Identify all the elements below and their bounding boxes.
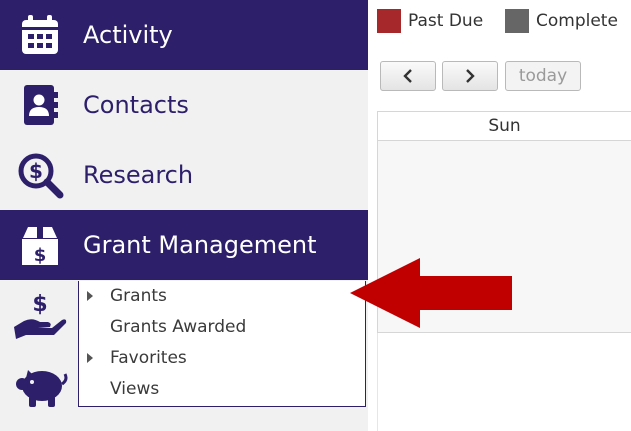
complete-swatch: [505, 9, 529, 33]
sidebar-item-label: Activity: [83, 21, 173, 49]
sidebar: Activity Contacts $ Research $ Grant Man…: [0, 0, 368, 431]
red-arrow-pointer: [350, 258, 512, 328]
money-box-icon: $: [14, 219, 66, 271]
submenu-item-label: Favorites: [110, 348, 187, 368]
submenu-item-views[interactable]: Views: [79, 374, 365, 405]
today-button[interactable]: today: [505, 61, 581, 91]
submenu-item-favorites[interactable]: Favorites: [79, 343, 365, 374]
legend-complete: Complete: [505, 8, 618, 34]
calendar-icon: [14, 9, 66, 61]
sidebar-item-grant-management[interactable]: $ Grant Management: [0, 210, 368, 280]
submenu-item-label: Views: [110, 379, 160, 399]
sidebar-item-label: Grant Management: [83, 231, 317, 259]
sidebar-item-activity[interactable]: Activity: [0, 0, 368, 70]
contact-card-icon: [14, 79, 66, 131]
today-label: today: [518, 66, 568, 86]
sidebar-item-label: Contacts: [83, 91, 189, 119]
submenu-item-grants[interactable]: Grants: [79, 281, 365, 312]
svg-text:$: $: [32, 292, 47, 317]
legend-label: Complete: [536, 11, 618, 31]
day-header-sun: Sun: [378, 112, 631, 141]
piggy-bank-icon[interactable]: [12, 360, 68, 412]
submenu-item-label: Grants Awarded: [110, 317, 247, 337]
legend-label: Past Due: [408, 11, 484, 31]
grant-management-submenu: Grants Grants Awarded Favorites Views: [78, 281, 366, 407]
svg-text:$: $: [34, 245, 47, 266]
next-button[interactable]: [442, 61, 498, 91]
sidebar-item-contacts[interactable]: Contacts: [0, 70, 368, 140]
submenu-item-grants-awarded[interactable]: Grants Awarded: [79, 312, 365, 343]
past-due-swatch: [377, 9, 401, 33]
expand-caret-icon[interactable]: [87, 353, 93, 363]
dollar-search-icon: $: [14, 149, 66, 201]
chevron-right-icon: [466, 69, 475, 83]
submenu-item-label: Grants: [110, 286, 167, 306]
sidebar-item-research[interactable]: $ Research: [0, 140, 368, 210]
chevron-left-icon: [403, 69, 412, 83]
legend-past-due: Past Due: [377, 8, 483, 34]
sidebar-item-label: Research: [83, 161, 194, 189]
calendar-lower-area: [377, 333, 631, 431]
expand-caret-icon[interactable]: [87, 291, 93, 301]
hand-dollar-icon[interactable]: $: [12, 289, 68, 341]
svg-text:$: $: [29, 159, 43, 183]
prev-button[interactable]: [380, 61, 436, 91]
